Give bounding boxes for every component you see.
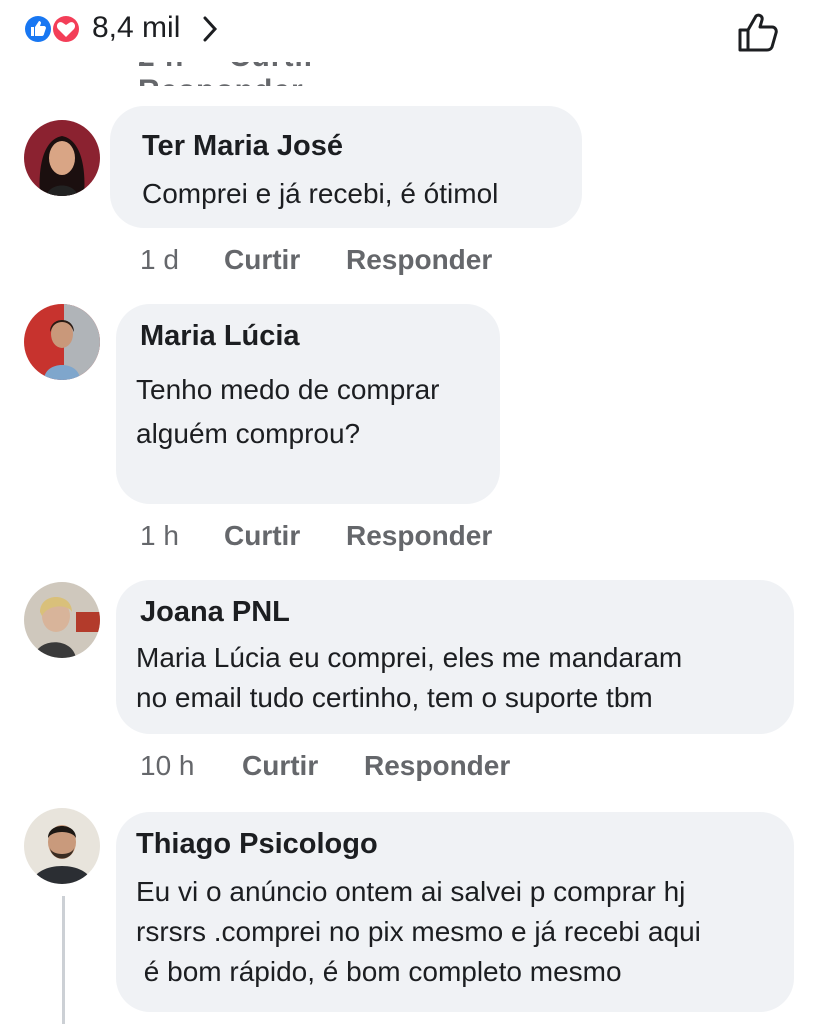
comment-text-line: no email tudo certinho, tem o suporte tb… <box>136 682 653 713</box>
avatar-photo <box>24 808 100 884</box>
reply-link[interactable]: Responder <box>346 520 492 552</box>
reply-link[interactable]: Responder <box>346 244 492 276</box>
comment-bubble[interactable]: Joana PNL Maria Lúcia eu comprei, eles m… <box>116 580 794 734</box>
thread-line <box>62 896 65 1024</box>
comment-author[interactable]: Ter Maria José <box>142 130 343 163</box>
comment-text-line: Eu vi o anúncio ontem ai salvei p compra… <box>136 876 686 907</box>
like-thumb-icon[interactable] <box>734 10 780 54</box>
avatar-photo <box>24 120 100 196</box>
comment-time: 10 h <box>140 750 195 781</box>
reactions-bar: 8,4 mil <box>0 0 817 62</box>
comment-actions: 1 h Curtir Responder <box>140 520 540 554</box>
reaction-icons[interactable] <box>22 13 86 45</box>
comment-actions: 10 h Curtir Responder <box>140 750 560 784</box>
cut-off-actions: 2 h Curtir Responder <box>138 62 558 86</box>
comment-text-line: alguém comprou? <box>136 418 361 449</box>
comment-author[interactable]: Thiago Psicologo <box>136 828 378 861</box>
reaction-count[interactable]: 8,4 mil <box>92 8 180 48</box>
comment-text: Comprei e já recebi, é ótimol <box>142 178 499 209</box>
comment-actions: 1 d Curtir Responder <box>140 244 540 278</box>
comment-bubble[interactable]: Thiago Psicologo Eu vi o anúncio ontem a… <box>116 812 794 1012</box>
cut-time: 2 h <box>138 62 184 74</box>
cut-reply-link[interactable]: Responder <box>138 74 304 86</box>
like-link[interactable]: Curtir <box>224 244 300 276</box>
like-icon <box>23 14 53 44</box>
like-link[interactable]: Curtir <box>242 750 318 782</box>
avatar-photo <box>24 582 100 658</box>
like-link[interactable]: Curtir <box>224 520 300 552</box>
comment-text-line: rsrsrs .comprei no pix mesmo e já recebi… <box>136 916 701 947</box>
love-icon <box>51 14 81 44</box>
cut-like-link[interactable]: Curtir <box>229 62 317 74</box>
reply-link[interactable]: Responder <box>364 750 510 782</box>
avatar[interactable] <box>24 582 100 658</box>
avatar[interactable] <box>24 304 100 380</box>
comment-time: 1 d <box>140 244 179 275</box>
avatar[interactable] <box>24 120 100 196</box>
comment-time: 1 h <box>140 520 179 551</box>
comment-text-line: Maria Lúcia eu comprei, eles me mandaram <box>136 642 683 673</box>
avatar[interactable] <box>24 808 100 884</box>
chevron-right-icon[interactable] <box>200 14 220 44</box>
comment-author[interactable]: Maria Lúcia <box>140 320 300 353</box>
comment-author[interactable]: Joana PNL <box>140 596 290 629</box>
avatar-photo <box>24 304 100 380</box>
comment-text-line: Tenho medo de comprar <box>136 374 440 405</box>
comment-bubble[interactable]: Maria Lúcia Tenho medo de comprar alguém… <box>116 304 500 504</box>
comment-bubble[interactable]: Ter Maria José Comprei e já recebi, é ót… <box>110 106 582 228</box>
comment-text-line: é bom rápido, é bom completo mesmo <box>136 956 622 987</box>
